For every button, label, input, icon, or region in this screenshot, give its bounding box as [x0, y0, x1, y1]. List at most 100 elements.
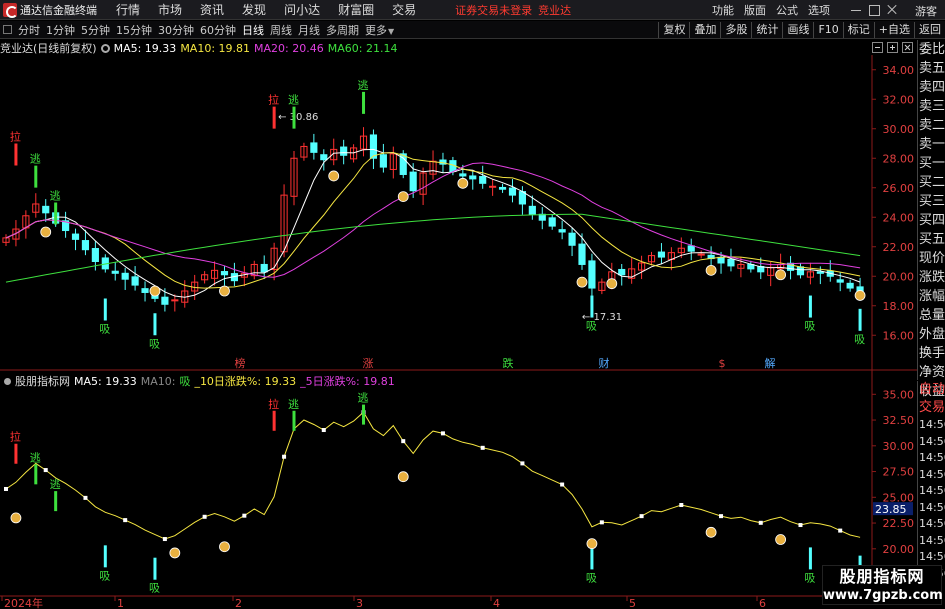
- y-tick-label: 32.00: [883, 93, 915, 106]
- y-tick-label: 34.00: [883, 64, 915, 77]
- indicator-dot: [639, 514, 644, 519]
- trade-time: 14:56: [919, 484, 945, 497]
- trade-time: 14:56: [919, 451, 945, 464]
- event-label: $: [719, 357, 726, 370]
- signal-bar: [272, 106, 276, 129]
- candle-body: [320, 154, 328, 161]
- signal-bar: [54, 202, 58, 225]
- quote-label: 买五: [919, 232, 945, 247]
- trade-time: 14:56: [919, 517, 945, 530]
- quote-label: 卖二: [919, 118, 945, 133]
- ind-coin-icon: [586, 538, 598, 550]
- signal-bar: [292, 106, 296, 129]
- signal-label: 逃: [358, 79, 369, 92]
- guest-label[interactable]: 游客: [915, 3, 937, 19]
- trade-time: 14:56: [919, 467, 945, 481]
- signal-bar: [590, 295, 594, 318]
- candle-body: [618, 268, 626, 276]
- trade-label[interactable]: 交易: [918, 399, 945, 417]
- indicator-dot: [4, 486, 8, 491]
- trade-time: 14:56: [919, 533, 945, 547]
- candle-body: [687, 245, 695, 252]
- indicator-dot: [123, 518, 128, 523]
- signal-label: 逃: [30, 153, 41, 166]
- signal-label: 逃: [288, 94, 299, 107]
- x-tick-label: 2: [235, 597, 242, 609]
- kline-chart[interactable]: 34.00 32.00 30.00 28.00 26.00 24.00 22.00 20.00…: [0, 0, 917, 609]
- indicator-dot: [43, 468, 48, 473]
- quote-label: 买三: [919, 194, 945, 209]
- x-tick-label: 3: [356, 597, 363, 609]
- signal-bar: [153, 313, 157, 336]
- indicator-dot: [520, 461, 525, 466]
- coin-icon: [775, 269, 787, 281]
- indicator-dot: [679, 503, 684, 508]
- signal-label: 吸: [804, 320, 815, 333]
- coin-icon: [328, 170, 340, 182]
- quote-label: 卖四: [919, 80, 945, 95]
- candle-body: [379, 154, 387, 168]
- ind-coin-icon: [10, 512, 22, 524]
- candle-body: [71, 233, 80, 240]
- price-tag-label: 23.85: [875, 503, 907, 516]
- event-label: 财: [599, 356, 610, 370]
- quote-label: 买二: [919, 175, 945, 190]
- signal-label: 吸: [99, 323, 110, 336]
- candle-body: [340, 146, 348, 156]
- ind-coin-icon: [705, 526, 717, 538]
- ind-signal-label: 逃: [288, 398, 299, 411]
- ind-signal-label: 吸: [99, 569, 110, 582]
- candle-body: [508, 187, 517, 196]
- signal-label: 吸: [854, 333, 865, 346]
- coin-icon: [705, 264, 717, 276]
- y-tick-label: 22.50: [883, 517, 915, 530]
- indicator-dot: [202, 514, 207, 519]
- signal-bar: [103, 298, 107, 321]
- ind-signal-label: 吸: [804, 571, 815, 584]
- watermark-title: 股朋指标网: [839, 567, 925, 586]
- candle-body: [498, 186, 507, 190]
- candle-body: [727, 258, 735, 267]
- x-tick-label: 5: [629, 597, 636, 609]
- signal-label: 拉: [268, 93, 279, 107]
- candle-body: [42, 205, 50, 214]
- y-tick-label: 24.00: [883, 211, 915, 224]
- quote-label: 买一: [919, 156, 945, 171]
- indicator-dot: [798, 523, 803, 528]
- candle-body: [161, 296, 169, 305]
- indicator-line: [5, 411, 861, 540]
- x-tick-label: 4: [493, 597, 500, 609]
- event-label: 涨: [363, 357, 374, 370]
- quote-label: 外盘: [919, 327, 945, 342]
- candle-body: [409, 171, 417, 192]
- candle-body: [459, 173, 467, 177]
- candle-body: [310, 142, 318, 153]
- candle-body: [578, 243, 586, 265]
- signal-label: 吸: [149, 337, 160, 350]
- ind-coin-icon: [397, 471, 409, 483]
- candle-body: [469, 175, 477, 180]
- ind-signal-bar: [590, 547, 594, 570]
- candle-body: [846, 282, 854, 289]
- quote-label: 涨幅: [919, 289, 945, 304]
- candle-body: [91, 248, 99, 263]
- x-tick-label: 6: [759, 597, 766, 609]
- ind-coin-icon: [775, 534, 787, 545]
- indicator-dot: [401, 439, 406, 444]
- candle-body: [717, 256, 725, 264]
- event-label: 榜: [235, 356, 246, 370]
- signal-bar: [14, 143, 18, 166]
- y-tick-label: 30.00: [883, 123, 915, 136]
- candle-body: [558, 229, 566, 233]
- indicator-dot: [838, 528, 843, 533]
- auto-trade-label[interactable]: 自动: [918, 381, 945, 399]
- ind-signal-label: 逃: [30, 451, 41, 464]
- y-tick-label: 35.00: [883, 388, 915, 401]
- coin-icon: [40, 226, 52, 238]
- event-label: 解: [765, 356, 776, 370]
- trade-time: 14:56: [919, 434, 945, 448]
- ind-signal-label: 吸: [149, 582, 160, 595]
- back-button[interactable]: 返回: [914, 22, 945, 38]
- coin-icon: [457, 177, 469, 189]
- coin-icon: [149, 285, 161, 297]
